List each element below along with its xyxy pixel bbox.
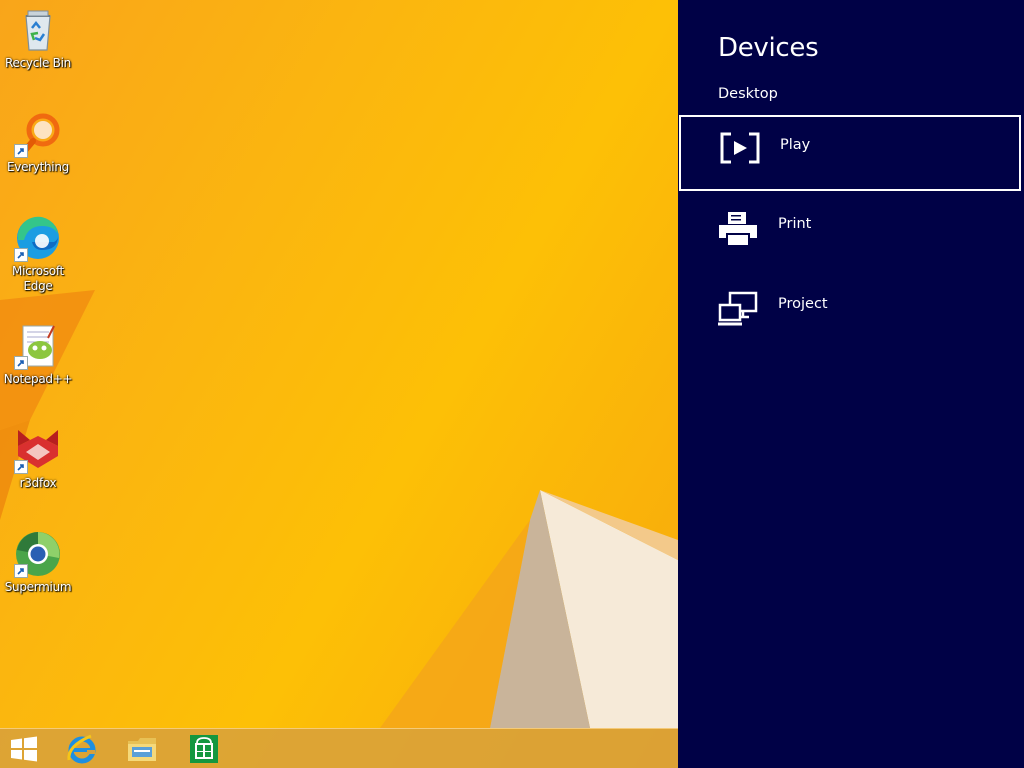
shortcut-arrow-icon (14, 248, 28, 262)
desktop-icon-label: r3dfox (19, 476, 57, 490)
shortcut-arrow-icon (14, 564, 28, 578)
desktop-icon-label: Everything (7, 160, 69, 174)
desktop-icon-microsoft-edge[interactable]: Microsoft Edge (2, 214, 74, 294)
r3dfox-icon (14, 426, 62, 474)
devices-charm-panel: Devices Desktop Play Print Project (678, 0, 1024, 768)
start-button[interactable] (2, 731, 46, 767)
desktop-icon-supermium[interactable]: Supermium (2, 530, 74, 595)
project-screen-icon (717, 290, 761, 330)
shortcut-arrow-icon (14, 460, 28, 474)
desktop-icon-label: Notepad++ (3, 372, 73, 386)
device-item-label: Print (778, 216, 812, 232)
taskbar (0, 728, 678, 768)
taskbar-internet-explorer-button[interactable] (60, 731, 104, 767)
device-item-play[interactable]: Play (679, 115, 1021, 191)
screen: Recycle Bin Everything Microsoft Edge No… (0, 0, 1024, 768)
charm-title: Devices (718, 33, 819, 63)
device-item-project[interactable]: Project (679, 276, 1021, 352)
wallpaper (0, 290, 678, 728)
everything-search-icon (14, 110, 62, 158)
desktop-icon-label: Recycle Bin (5, 56, 71, 70)
taskbar-file-explorer-button[interactable] (120, 731, 164, 767)
desktop[interactable]: Recycle Bin Everything Microsoft Edge No… (0, 0, 678, 768)
device-item-label: Project (778, 296, 828, 312)
desktop-icon-label: Supermium (4, 580, 72, 594)
desktop-icon-r3dfox[interactable]: r3dfox (2, 426, 74, 491)
desktop-icon-everything[interactable]: Everything (2, 110, 74, 175)
internet-explorer-icon (65, 732, 99, 766)
store-icon (188, 733, 220, 765)
device-item-label: Play (780, 137, 811, 153)
printer-icon (717, 210, 761, 250)
play-device-icon (719, 131, 763, 171)
shortcut-arrow-icon (14, 356, 28, 370)
shortcut-arrow-icon (14, 144, 28, 158)
recycle-bin-icon (14, 6, 62, 54)
notepad-plus-plus-icon (14, 322, 62, 370)
windows-start-icon (9, 734, 39, 764)
desktop-icon-label: Microsoft Edge (12, 264, 64, 293)
edge-icon (14, 214, 62, 262)
device-item-print[interactable]: Print (679, 196, 1021, 272)
desktop-icon-notepad-plus-plus[interactable]: Notepad++ (2, 322, 74, 387)
supermium-icon (14, 530, 62, 578)
file-explorer-icon (125, 732, 159, 766)
desktop-icon-recycle-bin[interactable]: Recycle Bin (2, 6, 74, 71)
charm-subtitle: Desktop (718, 86, 778, 102)
taskbar-store-button[interactable] (182, 731, 226, 767)
